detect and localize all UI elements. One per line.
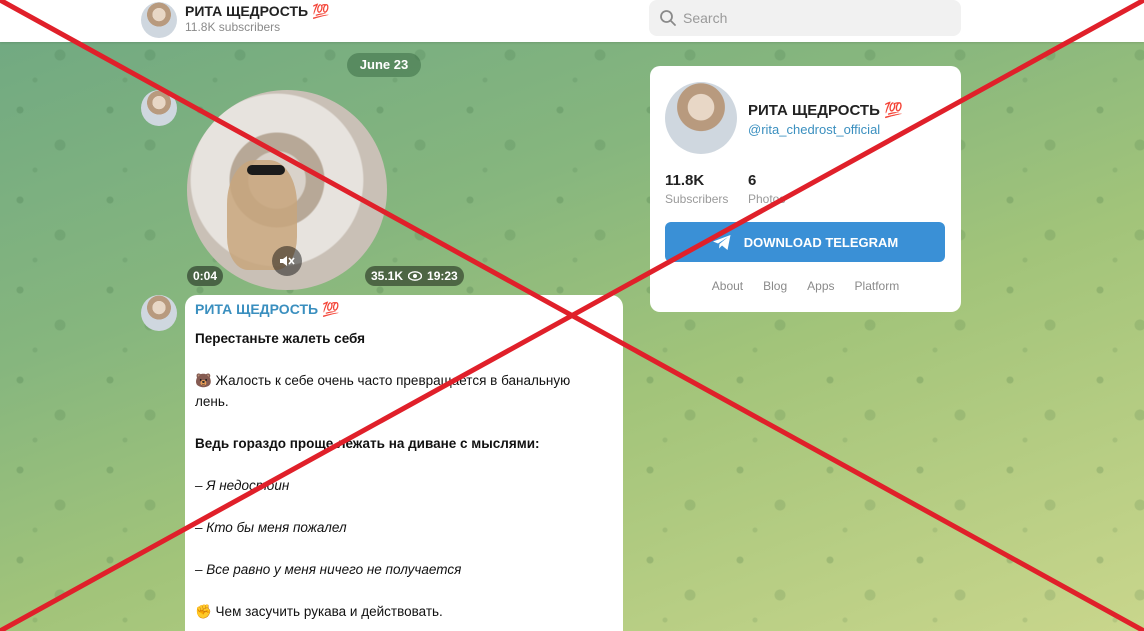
channel-title[interactable]: РИТА ЩЕДРОСТЬ 💯	[185, 3, 329, 20]
post-line: лень.	[195, 394, 229, 409]
download-label: DOWNLOAD TELEGRAM	[743, 234, 899, 250]
message-avatar[interactable]	[141, 90, 177, 126]
subscribers-stat-label: Subscribers	[665, 192, 729, 206]
post-line: – Все равно у меня ничего не получается	[195, 562, 462, 577]
telegram-plane-icon	[712, 234, 731, 250]
post-line: – Кто бы меня пожалел	[195, 520, 347, 535]
channel-handle-link[interactable]: @rita_chedrost_official	[748, 122, 880, 137]
post-line: ✊ Чем засучить рукава и действовать.	[195, 604, 443, 619]
photos-stat-label[interactable]: Photos	[748, 192, 785, 206]
channel-info-card: РИТА ЩЕДРОСТЬ 💯 @rita_chedrost_official …	[650, 66, 961, 312]
card-title: РИТА ЩЕДРОСТЬ 💯	[748, 102, 903, 119]
text-message: РИТА ЩЕДРОСТЬ 💯 Перестаньте жалеть себя …	[185, 295, 623, 631]
link-apps[interactable]: Apps	[807, 279, 834, 293]
message-avatar[interactable]	[141, 295, 177, 331]
subscribers-stat-value: 11.8K	[665, 172, 705, 189]
link-blog[interactable]: Blog	[763, 279, 787, 293]
post-line: Перестаньте жалеть себя	[195, 331, 366, 346]
top-header: РИТА ЩЕДРОСТЬ 💯 11.8K subscribers	[0, 0, 1144, 42]
message-author[interactable]: РИТА ЩЕДРОСТЬ 💯	[195, 301, 613, 318]
link-platform[interactable]: Platform	[855, 279, 900, 293]
subscribers-count: 11.8K subscribers	[185, 20, 281, 34]
video-meta: 35.1K 19:23	[365, 266, 464, 286]
video-duration: 0:04	[187, 266, 224, 286]
views-count: 35.1K	[371, 269, 404, 283]
speaker-muted-icon	[280, 256, 295, 266]
post-line: Ведь гораздо проще лежать на диване с мы…	[195, 436, 540, 451]
search-input[interactable]	[683, 0, 953, 36]
post-line: 🐻 Жалость к себе очень часто превращаетс…	[195, 373, 571, 388]
channel-card-avatar	[665, 82, 737, 154]
message-time: 19:23	[427, 269, 458, 283]
date-separator: June 23	[347, 53, 421, 77]
post-line: – Я недостоин	[195, 478, 290, 493]
download-telegram-button[interactable]: DOWNLOAD TELEGRAM	[665, 222, 945, 262]
card-footer-links: About Blog Apps Platform	[650, 279, 961, 293]
search-icon	[660, 10, 676, 26]
search-box[interactable]	[649, 0, 961, 36]
link-about[interactable]: About	[712, 279, 743, 293]
video-frame-sunglasses	[247, 165, 285, 175]
channel-avatar[interactable]	[141, 2, 177, 38]
mute-button[interactable]	[272, 246, 302, 276]
eye-icon	[408, 271, 423, 281]
photos-stat-value[interactable]: 6	[748, 172, 756, 189]
